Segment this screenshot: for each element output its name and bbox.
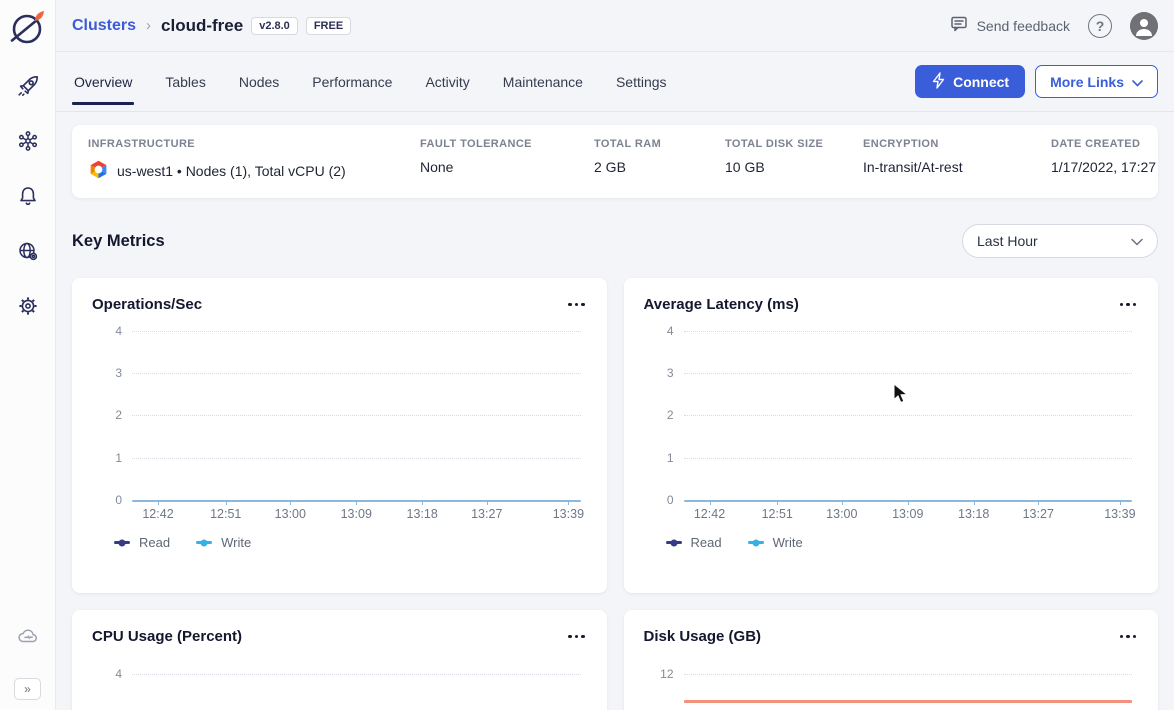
send-feedback-button[interactable]: Send feedback [949, 14, 1070, 37]
write-series-marker [748, 541, 764, 544]
plan-badge: FREE [306, 17, 351, 35]
info-field-infrastructure: INFRASTRUCTURE us-w [88, 138, 420, 183]
legend-read[interactable]: Read [114, 535, 170, 550]
chevron-down-icon [1131, 233, 1143, 249]
tab-activity[interactable]: Activity [423, 52, 471, 111]
sidebar: » [0, 0, 56, 710]
read-series-marker [666, 541, 682, 544]
chevron-down-icon [1132, 74, 1143, 90]
cloud-icon[interactable] [13, 622, 43, 652]
info-field-total-disk: TOTAL DISK SIZE 10 GB [725, 138, 863, 183]
rocket-icon[interactable] [13, 71, 43, 101]
chart-title: Disk Usage (GB) [644, 628, 762, 645]
chart-plot-area: 4 [92, 661, 587, 710]
chart-plot-area: 4 3 2 1 0 12:42 12:5 [92, 331, 587, 501]
help-icon[interactable]: ? [1088, 14, 1112, 38]
field-label: TOTAL RAM [594, 138, 725, 150]
field-label: FAULT TOLERANCE [420, 138, 594, 150]
tab-maintenance[interactable]: Maintenance [501, 52, 585, 111]
tab-bar: Overview Tables Nodes Performance Activi… [56, 52, 1174, 112]
cluster-network-icon[interactable] [13, 126, 43, 156]
field-label: TOTAL DISK SIZE [725, 138, 863, 150]
chart-plot-area: 12 [644, 661, 1139, 710]
chart-title: CPU Usage (Percent) [92, 628, 242, 645]
total-disk-value: 10 GB [725, 159, 863, 175]
sidebar-nav [13, 71, 43, 321]
more-links-button[interactable]: More Links [1035, 65, 1158, 98]
info-field-total-ram: TOTAL RAM 2 GB [594, 138, 725, 183]
cluster-info-card: INFRASTRUCTURE us-w [72, 125, 1158, 198]
info-field-date-created: DATE CREATED 1/17/2022, 17:27 [1051, 138, 1142, 183]
chart-menu-icon[interactable] [566, 299, 587, 311]
chart-title: Operations/Sec [92, 296, 202, 313]
chart-menu-icon[interactable] [1118, 299, 1139, 311]
gear-icon[interactable] [13, 291, 43, 321]
lightning-icon [931, 72, 946, 92]
chart-disk-usage: Disk Usage (GB) 12 [624, 610, 1159, 710]
tabs: Overview Tables Nodes Performance Activi… [72, 52, 698, 111]
gcp-icon [88, 159, 109, 183]
legend-read[interactable]: Read [666, 535, 722, 550]
breadcrumb-clusters-link[interactable]: Clusters [72, 17, 136, 35]
chart-legend: Read Write [666, 535, 1139, 550]
app-root: » Clusters › cloud-free v2.8.0 FREE [0, 0, 1174, 710]
disk-capacity-line [684, 700, 1133, 703]
tab-performance[interactable]: Performance [310, 52, 394, 111]
read-series-marker [114, 541, 130, 544]
encryption-value: In-transit/At-rest [863, 159, 1051, 175]
write-series-marker [196, 541, 212, 544]
bell-icon[interactable] [13, 181, 43, 211]
total-ram-value: 2 GB [594, 159, 725, 175]
connect-button[interactable]: Connect [915, 65, 1025, 98]
chart-legend: Read Write [114, 535, 587, 550]
chart-operations-per-sec: Operations/Sec 4 3 2 1 0 [72, 278, 607, 593]
breadcrumb-separator: › [146, 17, 151, 34]
globe-settings-icon[interactable] [13, 236, 43, 266]
info-field-fault-tolerance: FAULT TOLERANCE None [420, 138, 594, 183]
user-avatar[interactable] [1130, 12, 1158, 40]
content: INFRASTRUCTURE us-w [56, 112, 1174, 710]
x-axis-labels: 12:42 12:51 13:00 13:09 13:18 13:27 13:3… [132, 507, 581, 525]
tab-tables[interactable]: Tables [163, 52, 207, 111]
tab-settings[interactable]: Settings [614, 52, 669, 111]
chart-plot-area: 4 3 2 1 0 12:42 12:5 [644, 331, 1139, 501]
info-field-encryption: ENCRYPTION In-transit/At-rest [863, 138, 1051, 183]
chart-title: Average Latency (ms) [644, 296, 799, 313]
key-metrics-heading: Key Metrics [72, 232, 165, 251]
chart-cpu-usage: CPU Usage (Percent) 4 [72, 610, 607, 710]
legend-write[interactable]: Write [748, 535, 803, 550]
tab-overview[interactable]: Overview [72, 52, 134, 111]
date-created-value: 1/17/2022, 17:27 [1051, 159, 1142, 175]
infrastructure-value: us-west1 • Nodes (1), Total vCPU (2) [117, 163, 346, 179]
legend-write[interactable]: Write [196, 535, 251, 550]
send-feedback-label: Send feedback [977, 18, 1070, 34]
chart-menu-icon[interactable] [1118, 631, 1139, 643]
fault-tolerance-value: None [420, 159, 594, 175]
brand-logo-icon[interactable] [6, 5, 50, 49]
feedback-chat-icon [949, 14, 969, 37]
time-range-value: Last Hour [977, 233, 1038, 249]
top-bar: Clusters › cloud-free v2.8.0 FREE Send f… [56, 0, 1174, 52]
chart-average-latency: Average Latency (ms) 4 3 2 1 0 [624, 278, 1159, 593]
tab-nodes[interactable]: Nodes [237, 52, 281, 111]
sidebar-expand-button[interactable]: » [14, 678, 41, 700]
chart-menu-icon[interactable] [566, 631, 587, 643]
connect-label: Connect [953, 74, 1009, 90]
version-badge: v2.8.0 [251, 17, 298, 35]
x-axis-labels: 12:42 12:51 13:00 13:09 13:18 13:27 13:3… [684, 507, 1133, 525]
field-label: ENCRYPTION [863, 138, 1051, 150]
more-links-label: More Links [1050, 74, 1124, 90]
time-range-select[interactable]: Last Hour [962, 224, 1158, 258]
field-label: DATE CREATED [1051, 138, 1142, 150]
cluster-name: cloud-free [161, 16, 243, 36]
field-label: INFRASTRUCTURE [88, 138, 420, 150]
